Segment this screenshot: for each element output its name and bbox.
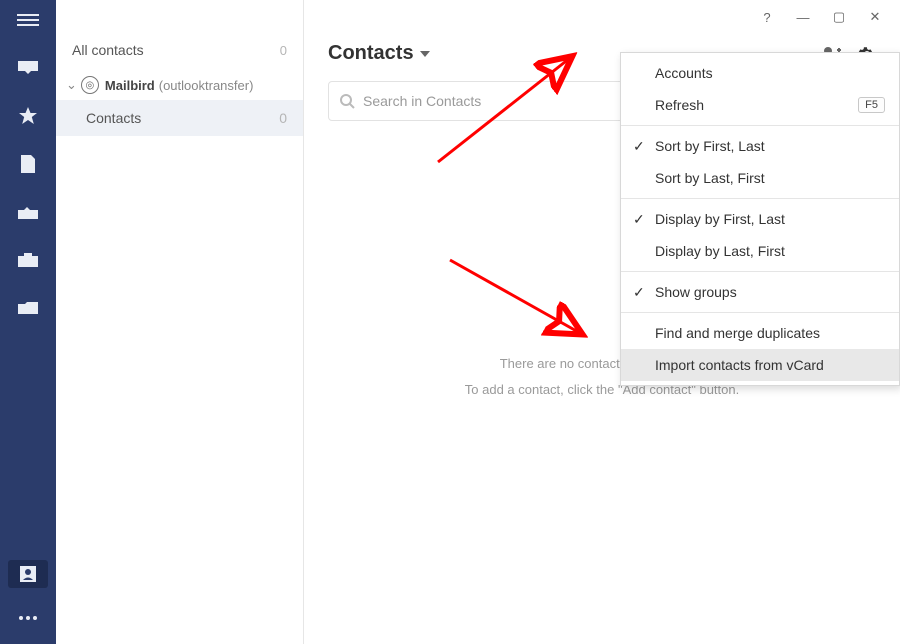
settings-menu: Accounts Refresh F5 Sort by First, Last … <box>620 52 900 386</box>
dropdown-caret-icon <box>420 51 430 57</box>
sidebar-contacts-label: Contacts <box>86 110 141 126</box>
more-icon[interactable] <box>8 604 48 632</box>
search-icon <box>339 93 355 109</box>
sidebar: All contacts 0 ⌄ ◎ Mailbird (outlooktran… <box>56 0 304 644</box>
menu-show-groups[interactable]: Show groups <box>621 276 899 308</box>
sidebar-contacts-count: 0 <box>279 110 287 126</box>
nav-rail <box>0 0 56 644</box>
account-name: Mailbird <box>105 78 155 93</box>
main-panel: Contacts There are no contacts in this g… <box>304 0 900 644</box>
folder-icon[interactable] <box>8 294 48 322</box>
menu-find-merge[interactable]: Find and merge duplicates <box>621 317 899 349</box>
menu-sort-last-first[interactable]: Sort by Last, First <box>621 162 899 194</box>
menu-refresh[interactable]: Refresh F5 <box>621 89 899 121</box>
menu-separator <box>621 271 899 272</box>
sidebar-item-contacts[interactable]: Contacts 0 <box>56 100 303 136</box>
maximize-button[interactable]: ▢ <box>832 10 846 24</box>
inbox-icon[interactable] <box>8 54 48 82</box>
account-avatar-icon: ◎ <box>81 76 99 94</box>
menu-accounts[interactable]: Accounts <box>621 57 899 89</box>
page-title[interactable]: Contacts <box>328 42 430 65</box>
tray-icon[interactable] <box>8 198 48 226</box>
minimize-button[interactable]: — <box>796 10 810 24</box>
menu-import-vcard[interactable]: Import contacts from vCard <box>621 349 899 381</box>
all-contacts-label[interactable]: All contacts <box>72 42 144 58</box>
help-button[interactable]: ? <box>760 10 774 24</box>
page-title-text: Contacts <box>328 42 414 65</box>
close-button[interactable]: ✕ <box>868 10 882 24</box>
menu-separator <box>621 125 899 126</box>
all-contacts-count: 0 <box>280 43 287 58</box>
refresh-shortcut: F5 <box>858 97 885 113</box>
menu-separator <box>621 312 899 313</box>
menu-separator <box>621 198 899 199</box>
star-icon[interactable] <box>8 102 48 130</box>
note-icon[interactable] <box>8 150 48 178</box>
menu-display-last-first[interactable]: Display by Last, First <box>621 235 899 267</box>
briefcase-icon[interactable] <box>8 246 48 274</box>
menu-sort-first-last[interactable]: Sort by First, Last <box>621 130 899 162</box>
menu-icon[interactable] <box>8 6 48 34</box>
chevron-down-icon: ⌄ <box>66 77 77 93</box>
account-row[interactable]: ⌄ ◎ Mailbird (outlooktransfer) <box>56 66 303 100</box>
addressbook-icon[interactable] <box>8 560 48 588</box>
menu-display-first-last[interactable]: Display by First, Last <box>621 203 899 235</box>
account-subname: (outlooktransfer) <box>159 78 254 93</box>
